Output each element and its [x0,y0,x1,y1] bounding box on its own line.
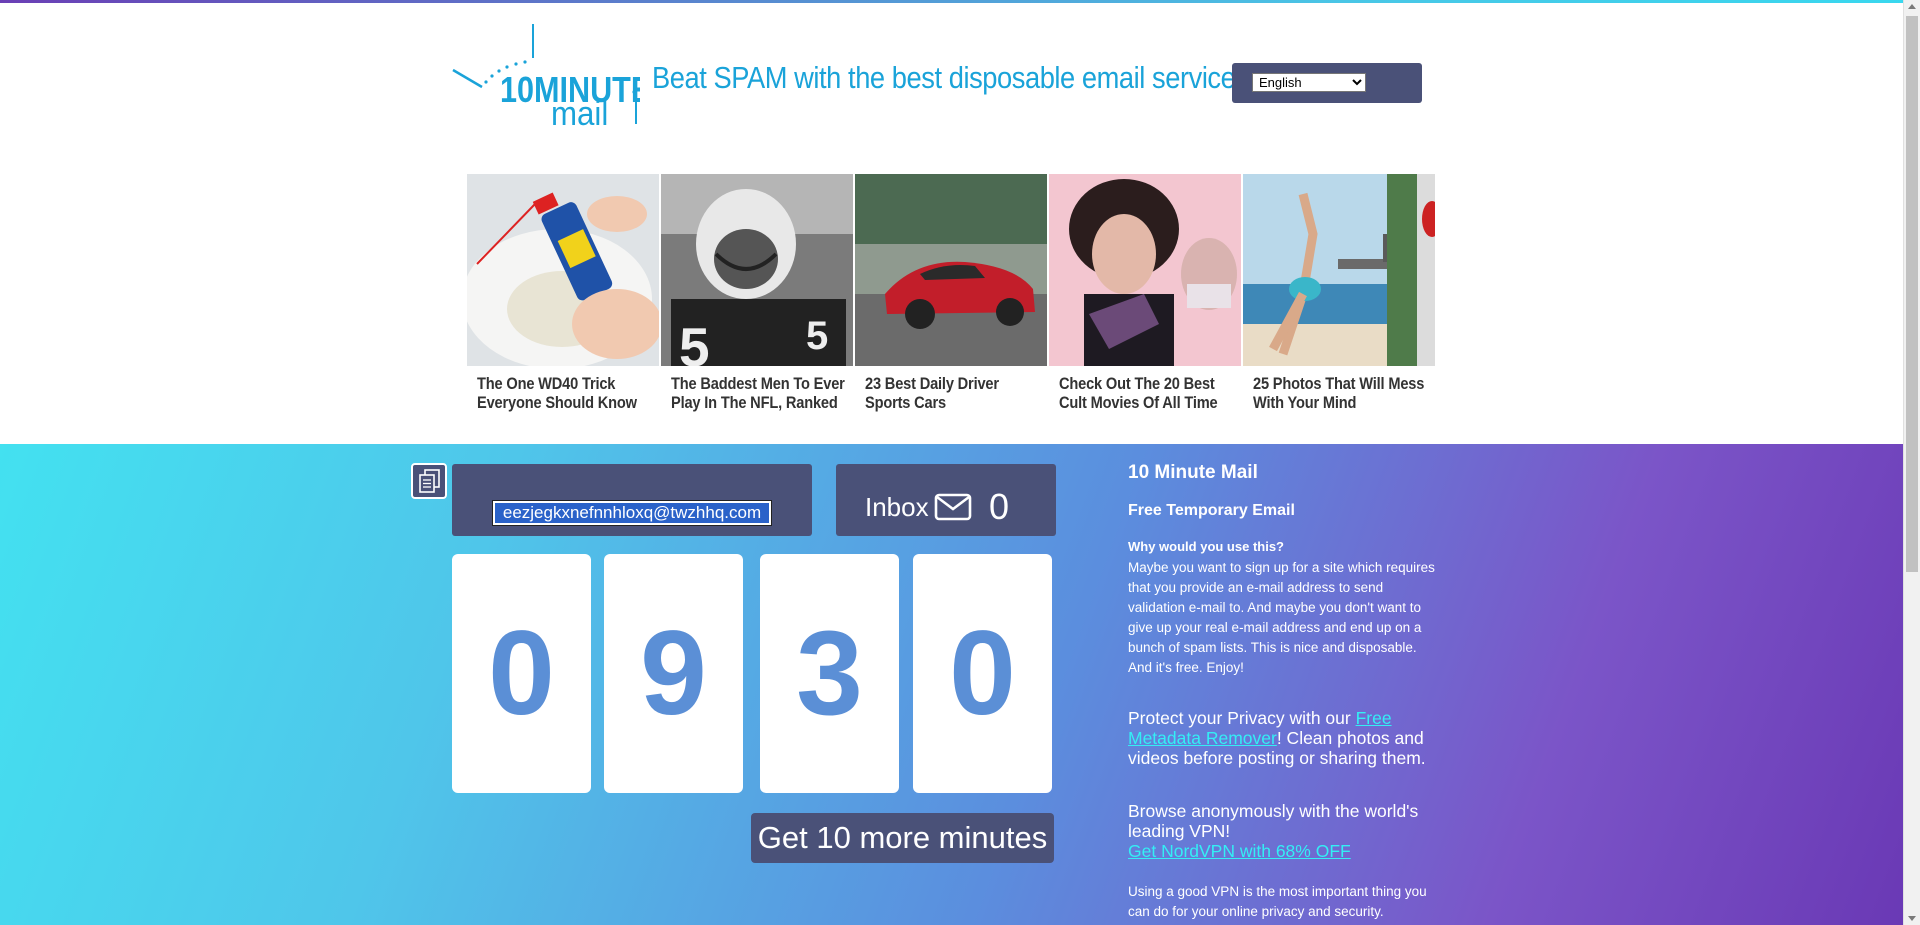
get-more-minutes-button[interactable]: Get 10 more minutes [751,813,1054,863]
ad-image-nfl: 5 5 [661,174,853,366]
why-text: Maybe you want to sign up for a site whi… [1128,560,1435,675]
scroll-down-arrow-icon[interactable] [1908,916,1916,921]
ad-image-cars [855,174,1047,366]
info-column: 10 Minute Mail Free Temporary Email Why … [1128,462,1448,919]
timer-digit-minutes-tens: 0 [452,554,591,793]
vpn-promo: Browse anonymously with the world's lead… [1128,801,1438,861]
svg-text:5: 5 [806,314,828,358]
inbox-label: Inbox [865,492,929,522]
scroll-up-arrow-icon[interactable] [1908,4,1916,9]
ad-image-movies [1049,174,1241,366]
why-heading: Why would you use this? [1128,539,1284,554]
info-subtitle: Free Temporary Email [1128,502,1295,519]
sponsored-strip: The One WD40 Trick Everyone Should Know … [467,174,1435,414]
copy-icon [419,469,440,493]
email-panel: eezjegkxnefnnhloxq@twzhhq.com [452,464,812,536]
top-accent-line [0,0,1920,3]
vpn-note: Using a good VPN is the most important t… [1128,884,1427,919]
nordvpn-link[interactable]: Get NordVPN with 68% OFF [1128,841,1351,861]
scrollbar-thumb[interactable] [1906,16,1918,572]
ad-card-partial[interactable] [1387,174,1435,366]
timer-digit-seconds-ones: 0 [913,554,1052,793]
logo-word: mail [551,94,608,132]
ad-card-wd40[interactable]: The One WD40 Trick Everyone Should Know [467,174,659,412]
language-panel: English [1232,63,1422,103]
ad-image-wd40 [467,174,659,366]
vpn-text: Browse anonymously with the world's lead… [1128,801,1419,841]
privacy-promo: Protect your Privacy with our Free Metad… [1128,708,1438,768]
svg-text:5: 5 [679,316,710,366]
ad-card-cars[interactable]: 23 Best Daily Driver Sports Cars [855,174,1047,412]
tagline: Beat SPAM with the best disposable email… [652,60,1236,95]
ad-card-nfl[interactable]: 5 5 The Baddest Men To Ever Play In The … [661,174,853,412]
info-title: 10 Minute Mail [1128,462,1258,483]
timer-digit-minutes-ones: 9 [604,554,743,793]
envelope-icon [934,493,972,521]
ad-image-partial [1387,174,1435,366]
inbox-button[interactable]: Inbox 0 [836,464,1056,536]
email-address-field[interactable]: eezjegkxnefnnhloxq@twzhhq.com [492,500,772,526]
copy-email-button[interactable] [411,463,447,499]
ad-caption: The One WD40 Trick Everyone Should Know [477,374,637,412]
privacy-text-before: Protect your Privacy with our [1128,708,1356,728]
site-logo[interactable]: 10MINUTE mail [450,22,640,132]
ad-caption: 25 Photos That Will Mess With Your Mind [1253,374,1425,412]
inbox-count: 0 [989,486,1010,527]
ad-caption: The Baddest Men To Ever Play In The NFL,… [671,374,845,412]
timer-digit-seconds-tens: 3 [760,554,899,793]
page-scrollbar[interactable] [1903,0,1920,925]
ad-caption: 23 Best Daily Driver Sports Cars [865,374,999,412]
ad-caption: Check Out The 20 Best Cult Movies Of All… [1059,374,1218,412]
language-select[interactable]: English [1252,73,1366,92]
ad-card-movies[interactable]: Check Out The 20 Best Cult Movies Of All… [1049,174,1241,412]
